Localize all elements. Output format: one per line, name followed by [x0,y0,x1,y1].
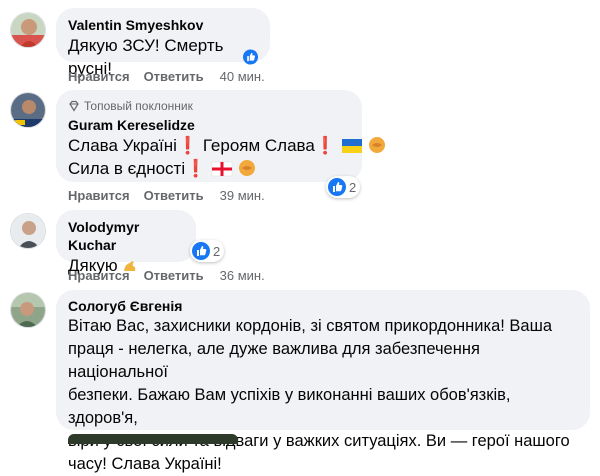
comment-text-part: Героям Слава [202,136,315,155]
comment-author[interactable]: Сологуб Євгенія [68,297,578,315]
avatar-volodymyr[interactable] [10,213,46,249]
reply-link[interactable]: Ответить [144,268,204,283]
comment-text-line: праця - нелегка, але дуже важлива для за… [68,340,480,381]
handshake-emoji [368,137,385,153]
badge-label: Топовый поклонник [84,99,193,113]
comment-actions: Нравится Ответить 39 мин. [68,188,265,203]
comment-text: Вітаю Вас, захисники кордонів, зі святом… [68,315,578,476]
reactions-count[interactable]: 2 [326,176,361,198]
comment-actions: Нравится Ответить 36 мин. [68,268,265,283]
comment-text-line: Вітаю Вас, захисники кордонів, зі святом… [68,317,553,335]
like-thumb-icon [192,242,210,260]
comment-author[interactable]: Guram Kereselidze [68,116,350,134]
comment-text-part: Сила в єдності [68,159,186,178]
comment-text-line: безпеки. Бажаю Вам успіхів у виконанні в… [68,386,511,427]
red-exclamation-emoji: ❗ [176,136,199,155]
like-thumb-icon [242,49,258,65]
red-exclamation-emoji: ❗ [185,159,207,178]
like-link[interactable]: Нравится [68,268,130,283]
comment-actions: Нравится Ответить 40 мин. [68,69,265,84]
red-exclamation-emoji: ❗ [314,136,337,155]
like-link[interactable]: Нравится [68,188,130,203]
reactions-count[interactable]: 2 [190,240,225,262]
comment-author[interactable]: Volodymyr Kuchar [68,218,184,254]
comment-text-part: Слава Україні [68,136,177,155]
comment-time[interactable]: 39 мин. [220,188,265,203]
attached-image-partial[interactable] [68,434,238,444]
comment-bubble-sologub: Сологуб Євгенія Вітаю Вас, захисники кор… [56,290,590,473]
handshake-emoji [238,160,255,176]
reactions-number: 2 [213,243,221,259]
comment-time[interactable]: 40 мин. [220,69,265,84]
reply-link[interactable]: Ответить [144,69,204,84]
comment-bubble-volodymyr: Volodymyr Kuchar Дякую [56,210,196,275]
reactions-number: 2 [349,179,357,195]
comment-author[interactable]: Valentin Smyeshkov [68,16,258,34]
avatar-sologub[interactable] [10,292,46,328]
avatar-guram[interactable] [10,92,46,128]
top-fan-badge: Топовый поклонник [68,98,350,114]
diamond-icon [69,100,79,112]
reply-link[interactable]: Ответить [144,188,204,203]
avatar-valentin[interactable] [10,12,46,48]
comment-text-line: часу! Слава Україні! [68,455,222,473]
ukraine-flag-icon [341,139,362,153]
georgia-flag-icon [211,161,233,177]
like-thumb-icon [328,178,346,196]
comment-bubble-valentin: Valentin Smyeshkov Дякую ЗСУ! Смерть рус… [56,8,270,78]
comment-bubble-guram: Топовый поклонник Guram Kereselidze Слав… [56,90,385,182]
like-link[interactable]: Нравится [68,69,130,84]
comment-time[interactable]: 36 мин. [220,268,265,283]
